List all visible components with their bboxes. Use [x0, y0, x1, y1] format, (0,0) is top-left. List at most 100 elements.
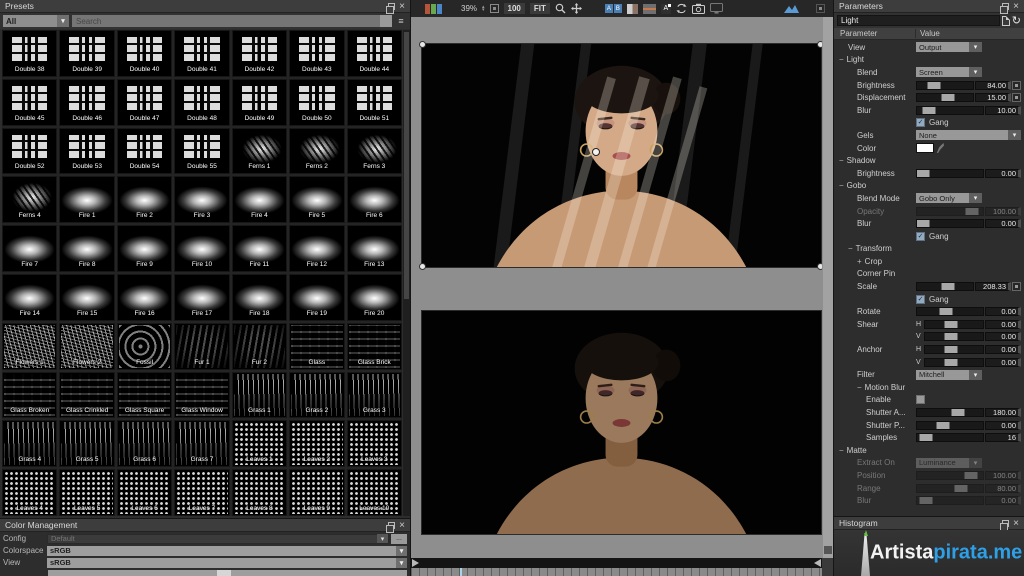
close-panel-icon[interactable]: × [1013, 520, 1019, 527]
preset-item[interactable]: Ferns 2 [289, 128, 344, 175]
preset-item[interactable]: Double 39 [59, 30, 114, 77]
param-dropdown[interactable]: Luminance▾ [916, 458, 982, 468]
preset-item[interactable]: Fire 4 [232, 176, 287, 223]
collapse-icon[interactable]: − [839, 446, 844, 455]
zoom-level-value[interactable]: 39% [461, 4, 477, 13]
preset-item[interactable]: Grass 6 [117, 420, 172, 467]
preset-item[interactable]: Fur 1 [174, 323, 229, 370]
param-dropdown[interactable]: Screen▾ [916, 67, 982, 77]
preset-item[interactable]: Double 46 [59, 79, 114, 126]
float-panel-icon[interactable] [1002, 520, 1009, 527]
transform-handle[interactable] [419, 263, 426, 270]
collapse-icon[interactable]: − [839, 55, 844, 64]
param-slider[interactable] [916, 408, 984, 417]
keyframe-icon[interactable] [1012, 93, 1021, 102]
preset-item[interactable]: Double 51 [347, 79, 402, 126]
param-value-box[interactable]: 0.00 [985, 496, 1021, 505]
preset-item[interactable]: Fire 19 [289, 274, 344, 321]
param-checkbox[interactable]: ✓ [916, 232, 925, 241]
preset-item[interactable]: Fire 7 [2, 225, 57, 272]
param-value-box[interactable]: 100.00 [985, 471, 1021, 480]
param-slider[interactable] [916, 471, 984, 480]
param-slider[interactable] [924, 345, 984, 354]
preset-item[interactable]: Double 47 [117, 79, 172, 126]
preset-item[interactable]: Fire 16 [117, 274, 172, 321]
param-slider[interactable] [924, 320, 984, 329]
frame-ruler[interactable] [411, 568, 822, 576]
preset-item[interactable]: Ferns 1 [232, 128, 287, 175]
param-value-box[interactable]: 100.00 [985, 207, 1021, 216]
preset-item[interactable]: Fossil [117, 323, 172, 370]
preset-item[interactable]: Leaves 10 [347, 469, 402, 516]
reset-icon[interactable]: ↻ [1012, 16, 1021, 26]
preset-search-input[interactable]: Search [72, 15, 392, 27]
preset-category-dropdown[interactable]: All ▾ [3, 15, 69, 27]
detach-viewer-icon[interactable] [816, 4, 825, 13]
param-value-box[interactable]: 16 [985, 433, 1021, 442]
snapshot-camera-icon[interactable] [692, 3, 705, 14]
preset-item[interactable]: Double 50 [289, 79, 344, 126]
param-value-box[interactable]: 0.00 [985, 345, 1021, 354]
param-slider[interactable] [916, 219, 984, 228]
param-checkbox[interactable]: ✓ [916, 295, 925, 304]
color-swatch[interactable] [916, 143, 934, 153]
preview-image-source[interactable] [421, 310, 822, 535]
param-slider[interactable] [916, 421, 984, 430]
param-slider[interactable] [916, 307, 984, 316]
preset-item[interactable]: Leaves 8 [232, 469, 287, 516]
save-preset-icon[interactable] [1002, 16, 1010, 26]
param-slider[interactable] [916, 207, 984, 216]
preset-item[interactable]: Double 41 [174, 30, 229, 77]
zoom-100-button[interactable]: 100 [504, 3, 525, 14]
preset-item[interactable]: Grass 3 [347, 372, 402, 419]
param-checkbox[interactable] [916, 395, 925, 404]
expand-icon[interactable]: + [857, 257, 862, 266]
preset-item[interactable]: Fire 8 [59, 225, 114, 272]
viewer-canvas[interactable] [411, 17, 822, 558]
preset-item[interactable]: Fur 2 [232, 323, 287, 370]
preset-item[interactable]: Leaves 1 [232, 420, 287, 467]
param-value-box[interactable]: 0.00 [985, 169, 1021, 178]
preset-item[interactable]: Fire 14 [2, 274, 57, 321]
preset-item[interactable]: Fire 3 [174, 176, 229, 223]
timeline-scrub-rail[interactable] [411, 558, 822, 568]
preset-item[interactable]: Flowers 2 [59, 323, 114, 370]
preset-item[interactable]: Double 38 [2, 30, 57, 77]
preset-item[interactable]: Fire 17 [174, 274, 229, 321]
magnifier-icon[interactable] [555, 3, 566, 14]
preset-item[interactable]: Glass Brick [347, 323, 402, 370]
zoom-region-icon[interactable] [490, 4, 499, 13]
param-dropdown[interactable]: Gobo Only▾ [916, 193, 982, 203]
param-value-box[interactable]: 180.00 [985, 408, 1021, 417]
ab-compare-icon[interactable]: AB [605, 4, 622, 13]
preview-image-output[interactable] [421, 43, 822, 268]
preset-item[interactable]: Leaves 2 [289, 420, 344, 467]
preset-item[interactable]: Fire 1 [59, 176, 114, 223]
collapse-icon[interactable]: − [857, 383, 862, 392]
param-value-box[interactable]: 10.00 [985, 106, 1021, 115]
preset-item[interactable]: Fire 6 [347, 176, 402, 223]
keyframe-icon[interactable] [1012, 81, 1021, 90]
pan-icon[interactable] [571, 3, 582, 14]
preset-item[interactable]: Fire 9 [117, 225, 172, 272]
param-value-box[interactable]: 15.00 [975, 93, 1011, 102]
transform-handle[interactable] [817, 263, 822, 270]
preset-item[interactable]: Double 53 [59, 128, 114, 175]
swap-views-icon[interactable] [676, 3, 687, 14]
preset-item[interactable]: Double 49 [232, 79, 287, 126]
transform-handle[interactable] [419, 41, 426, 48]
eyedropper-icon[interactable] [935, 143, 944, 153]
param-value-box[interactable]: 0.00 [985, 332, 1021, 341]
param-value-box[interactable]: 0.00 [985, 307, 1021, 316]
preset-item[interactable]: Fire 10 [174, 225, 229, 272]
split-horizontal-icon[interactable] [643, 4, 656, 14]
param-slider[interactable] [916, 106, 984, 115]
fit-button[interactable]: FIT [530, 3, 550, 14]
collapse-icon[interactable]: − [839, 156, 844, 165]
monitor-icon[interactable] [710, 3, 723, 14]
rail-right-handle[interactable] [814, 559, 821, 567]
preset-item[interactable]: Fire 11 [232, 225, 287, 272]
channels-icon[interactable] [425, 4, 442, 14]
close-panel-icon[interactable]: × [1013, 3, 1019, 10]
split-vertical-icon[interactable] [627, 4, 638, 14]
